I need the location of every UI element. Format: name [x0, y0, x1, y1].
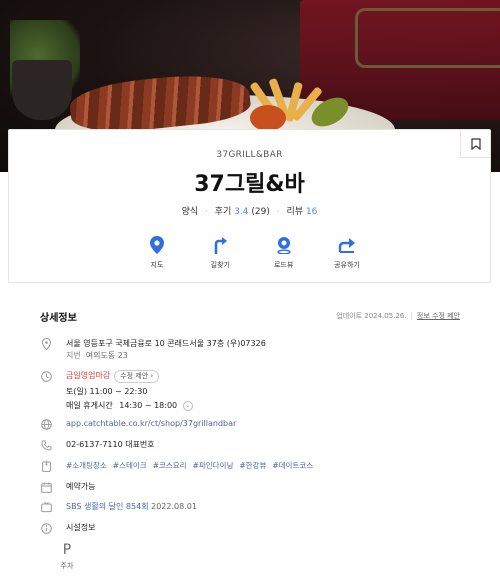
- directions-icon: [215, 237, 228, 254]
- jibun-text: 여의도동 23: [85, 351, 128, 360]
- reservation-row: 예약가능: [40, 481, 95, 493]
- rating-value[interactable]: 3.4: [234, 207, 248, 217]
- tomato-decor: [250, 105, 286, 131]
- place-summary-card: 37GRILL&BAR 37그릴&바 양식 · 후기 3.4 (29) · 리뷰…: [8, 129, 491, 283]
- facility-parking: P 주차: [57, 542, 77, 571]
- reservation-text: 예약가능: [66, 482, 96, 491]
- parking-label: 주차: [60, 562, 74, 570]
- tags-row: #소개팅장소 #스테이크 #코스요리 #파인다이닝 #한강뷰 #데이트코스: [40, 460, 319, 472]
- reviews-label[interactable]: 후기: [215, 207, 232, 217]
- details-title: 상세정보: [40, 312, 77, 324]
- tag-item[interactable]: #파인다이닝: [193, 461, 234, 470]
- tag-item[interactable]: #소개팅장소: [66, 461, 107, 470]
- pot-decor: [12, 60, 72, 120]
- map-button[interactable]: 지도: [137, 235, 177, 270]
- sofa-trim-decor: [355, 8, 500, 68]
- address-text: 서울 영등포구 국제금융로 10 콘래드서울 37층 (우)07326: [66, 339, 266, 348]
- tag-item[interactable]: #한강뷰: [239, 461, 266, 470]
- calendar-icon: [40, 481, 52, 493]
- suggest-edit-link[interactable]: 정보 수정 제안: [417, 312, 460, 320]
- phone-number[interactable]: 02-6137-7110 대표번호: [66, 439, 155, 451]
- map-pin-icon: [150, 236, 164, 254]
- meta-separator: ·: [276, 207, 280, 217]
- meta-separator: ·: [205, 207, 208, 217]
- tag-icon: [41, 460, 51, 472]
- jibun-tag: 지번: [66, 351, 81, 360]
- tv-icon: [40, 501, 52, 512]
- tv-show-link[interactable]: SBS 생활의 달인 854회: [66, 502, 149, 511]
- blog-review-count[interactable]: 16: [306, 207, 317, 217]
- blog-reviews-label[interactable]: 리뷰: [287, 207, 304, 217]
- facilities-row: 시설정보: [40, 522, 95, 534]
- updated-date: 업데이트 2024.05.26.: [336, 312, 407, 320]
- globe-icon: [40, 418, 52, 430]
- roadview-label: 로드뷰: [273, 261, 294, 269]
- review-count[interactable]: (29): [251, 207, 269, 217]
- phone-icon: [41, 440, 51, 450]
- parking-icon: P: [62, 542, 72, 558]
- share-label: 공유하기: [334, 261, 360, 269]
- facilities-title: 시설정보: [66, 523, 96, 532]
- website-row: app.catchtable.co.kr/ct/shop/37grillandb…: [40, 418, 236, 430]
- address-row: 서울 영등포구 국제금융로 10 콘래드서울 37층 (우)07326 지번 여의…: [40, 338, 266, 362]
- category-label: 양식: [181, 207, 199, 217]
- place-title: 37그릴&바: [194, 172, 305, 197]
- share-button[interactable]: 공유하기: [327, 235, 367, 270]
- website-link[interactable]: app.catchtable.co.kr/ct/shop/37grillandb…: [66, 418, 236, 430]
- tag-item[interactable]: #데이트코스: [272, 461, 313, 470]
- bookmark-icon: [470, 137, 481, 150]
- chevron-down-icon[interactable]: ⌄: [182, 400, 193, 411]
- break-time-value: 14:30 ~ 18:00: [119, 401, 178, 410]
- clock-icon: [40, 370, 52, 382]
- chevron-right-icon: ›: [150, 372, 154, 380]
- map-label: 지도: [150, 261, 164, 269]
- tv-row: SBS 생활의 달인 854회 2022.08.01: [40, 501, 197, 513]
- share-icon: [338, 238, 355, 253]
- update-info: 업데이트 2024.05.26. | 정보 수정 제안: [336, 312, 460, 320]
- action-bar: 지도 길찾기 로드뷰 공유하기: [137, 235, 367, 270]
- break-time-label: 매일 휴게시간: [66, 401, 113, 410]
- details-header: 상세정보 업데이트 2024.05.26. | 정보 수정 제안: [40, 308, 460, 324]
- hours-row: 금일영업마감 수정 제안 › 토(일) 11:00 ~ 22:30 매일 휴게시간…: [40, 370, 193, 412]
- tv-show-date: 2022.08.01: [151, 502, 197, 511]
- tag-item[interactable]: #코스요리: [153, 461, 187, 470]
- directions-label: 길찾기: [210, 261, 230, 269]
- hours-suggest-button[interactable]: 수정 제안 ›: [114, 370, 160, 383]
- info-icon: [40, 522, 52, 534]
- roadview-button[interactable]: 로드뷰: [264, 235, 304, 270]
- tag-list: #소개팅장소 #스테이크 #코스요리 #파인다이닝 #한강뷰 #데이트코스: [66, 460, 319, 472]
- directions-button[interactable]: 길찾기: [200, 235, 240, 270]
- roadview-icon: [276, 237, 291, 254]
- phone-row: 02-6137-7110 대표번호: [40, 439, 155, 451]
- english-name: 37GRILL&BAR: [216, 150, 283, 160]
- location-icon: [41, 338, 51, 350]
- tag-item[interactable]: #스테이크: [113, 461, 147, 470]
- details-section: 상세정보 업데이트 2024.05.26. | 정보 수정 제안 서울 영등포구 국…: [40, 308, 460, 570]
- place-meta: 양식 · 후기 3.4 (29) · 리뷰 16: [9, 204, 490, 217]
- hours-status: 금일영업마감: [66, 371, 111, 380]
- hours-line-1: 토(일) 11:00 ~ 22:30: [66, 387, 148, 396]
- hours-suggest-label: 수정 제안: [120, 372, 149, 380]
